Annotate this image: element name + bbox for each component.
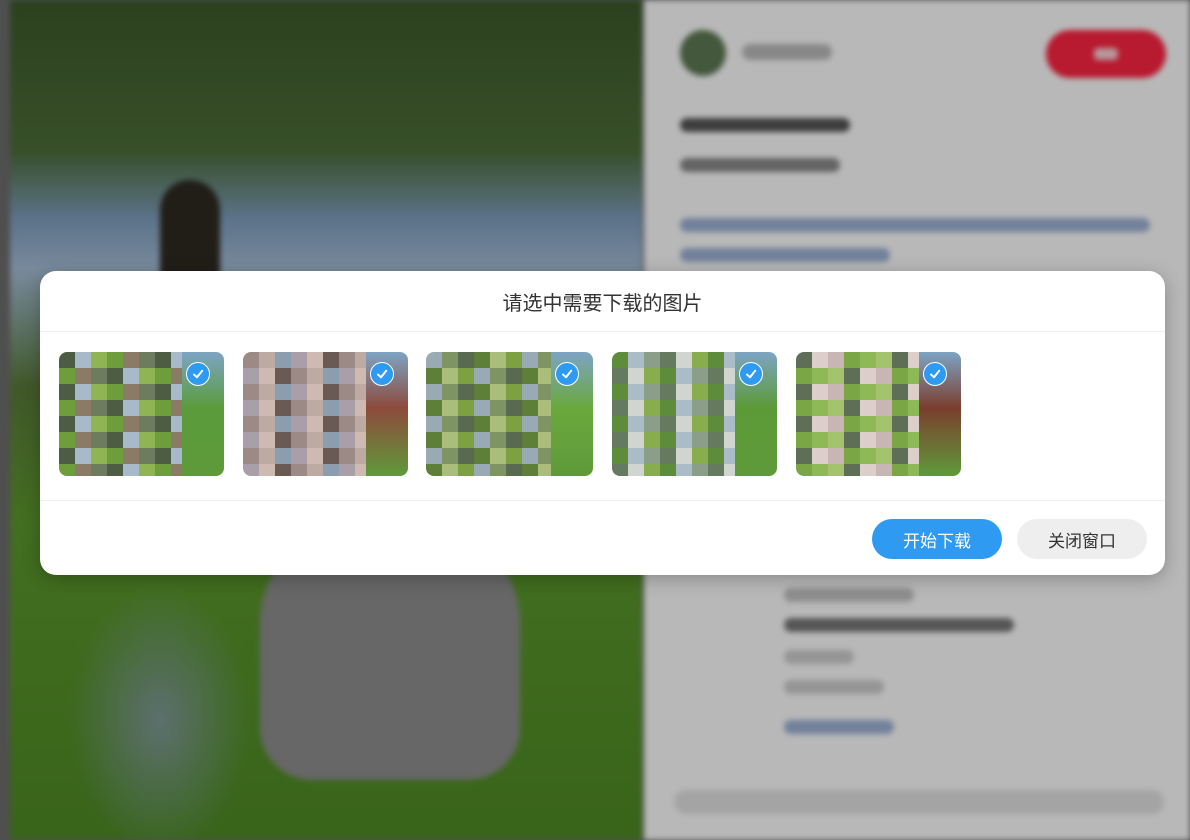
image-thumbnails: [40, 332, 1165, 501]
image-thumbnail[interactable]: [612, 352, 777, 476]
selected-check-icon[interactable]: [555, 362, 579, 386]
image-thumbnail[interactable]: [243, 352, 408, 476]
selected-check-icon[interactable]: [739, 362, 763, 386]
image-thumbnail[interactable]: [796, 352, 961, 476]
image-thumbnail[interactable]: [426, 352, 593, 476]
dialog-title: 请选中需要下载的图片: [40, 271, 1165, 332]
dialog-footer: 开始下载 关闭窗口: [40, 501, 1165, 575]
start-download-button[interactable]: 开始下载: [872, 519, 1002, 559]
image-thumbnail[interactable]: [59, 352, 224, 476]
download-dialog: 请选中需要下载的图片 开始下载 关闭窗口: [40, 271, 1165, 575]
selected-check-icon[interactable]: [923, 362, 947, 386]
selected-check-icon[interactable]: [186, 362, 210, 386]
close-window-button[interactable]: 关闭窗口: [1017, 519, 1147, 559]
selected-check-icon[interactable]: [370, 362, 394, 386]
